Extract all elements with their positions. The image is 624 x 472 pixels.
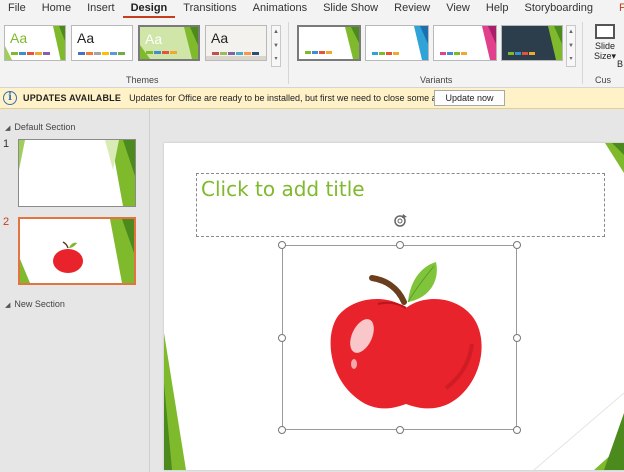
tab-insert[interactable]: Insert [79, 0, 123, 18]
variant-thumb-dark[interactable] [501, 25, 563, 61]
variant-thumb-art [502, 26, 562, 60]
apple-image[interactable] [326, 258, 488, 416]
variant-thumb-art [366, 26, 428, 60]
tab-design[interactable]: Design [122, 0, 176, 18]
variant-thumb-art [434, 26, 496, 60]
slide-thumbnail-2[interactable] [18, 217, 136, 285]
variants-gallery-scroll[interactable]: ▲ ▼ ▾ [566, 25, 576, 67]
theme-color-bars [212, 52, 259, 55]
update-title: UPDATES AVAILABLE [23, 93, 122, 103]
collapse-triangle-icon[interactable]: ◢ [5, 302, 10, 309]
variants-group-label: Variants [420, 75, 453, 85]
slide-number: 2 [3, 216, 10, 228]
variant-thumb-art [299, 27, 359, 59]
title-placeholder-text: Click to add title [201, 177, 365, 201]
scroll-down-icon[interactable]: ▼ [273, 40, 279, 53]
slide-size-label: Slide [594, 41, 615, 51]
section-label: New Section [14, 299, 65, 309]
theme-thumb-text: Aa [10, 30, 28, 46]
tab-slide-show[interactable]: Slide Show [315, 0, 386, 18]
design-ribbon: Aa Aa Aa Aa ▲ ▼ ▾ Themes ▲ ▼ ▾ Variants … [0, 18, 624, 88]
variant-thumb-green[interactable] [297, 25, 361, 61]
theme-color-bars [146, 51, 177, 54]
more-icon[interactable]: ▾ [274, 53, 277, 66]
theme-thumb-facet[interactable]: Aa [4, 25, 66, 61]
theme-thumb-office[interactable]: Aa [71, 25, 133, 61]
tab-review[interactable]: Review [386, 0, 438, 18]
update-now-button[interactable]: Update now [434, 90, 505, 106]
collapse-triangle-icon[interactable]: ◢ [5, 125, 10, 132]
dropdown-caret-icon: ▾ [611, 51, 617, 61]
tab-view[interactable]: View [438, 0, 478, 18]
scroll-up-icon[interactable]: ▲ [568, 26, 574, 39]
theme-thumb-text: Aa [145, 31, 163, 47]
customize-group-label: Cus [595, 75, 612, 85]
more-icon[interactable]: ▾ [569, 53, 572, 66]
info-icon: i [3, 91, 17, 105]
tab-home[interactable]: Home [34, 0, 79, 18]
resize-handle-top-left[interactable] [278, 241, 286, 249]
scroll-down-icon[interactable]: ▼ [568, 40, 574, 53]
resize-handle-bottom-left[interactable] [278, 426, 286, 434]
tab-storyboarding[interactable]: Storyboarding [517, 0, 602, 18]
theme-thumb-retrospect[interactable]: Aa [205, 25, 267, 61]
variant-thumb-blue[interactable] [365, 25, 429, 61]
resize-handle-bottom[interactable] [396, 426, 404, 434]
format-background-partial[interactable]: B [617, 59, 623, 69]
variant-thumb-pink[interactable] [433, 25, 497, 61]
theme-thumb-text: Aa [77, 30, 95, 46]
tab-help[interactable]: Help [478, 0, 517, 18]
ribbon-tab-bar: File Home Insert Design Transitions Anim… [0, 0, 624, 18]
slide-thumbnail-1[interactable] [18, 139, 136, 207]
resize-handle-top[interactable] [396, 241, 404, 249]
section-label: Default Section [14, 122, 76, 132]
resize-handle-bottom-right[interactable] [513, 426, 521, 434]
update-notification-bar: i UPDATES AVAILABLE Updates for Office a… [0, 88, 624, 109]
resize-handle-right[interactable] [513, 334, 521, 342]
resize-handle-left[interactable] [278, 334, 286, 342]
slide-size-button[interactable]: Slide Size▾ [590, 22, 620, 61]
slide-size-icon [595, 24, 615, 39]
rotate-handle-icon[interactable] [392, 212, 408, 228]
theme-color-bars [11, 52, 50, 55]
group-divider [582, 22, 583, 84]
section-new[interactable]: ◢ New Section [5, 299, 65, 309]
tab-transitions[interactable]: Transitions [175, 0, 244, 18]
theme-thumb-text: Aa [211, 30, 229, 46]
themes-gallery-scroll[interactable]: ▲ ▼ ▾ [271, 25, 281, 67]
theme-thumb-facet-selected[interactable]: Aa [138, 25, 200, 61]
tab-file[interactable]: File [0, 0, 34, 18]
update-message: Updates for Office are ready to be insta… [129, 93, 454, 103]
slide-thumb-art [19, 140, 135, 206]
resize-handle-top-right[interactable] [513, 241, 521, 249]
themes-group-label: Themes [126, 75, 159, 85]
theme-color-bars [78, 52, 125, 55]
slide-number: 1 [3, 138, 10, 150]
group-divider [288, 22, 289, 84]
scroll-up-icon[interactable]: ▲ [273, 26, 279, 39]
tab-animations[interactable]: Animations [245, 0, 315, 18]
tab-format[interactable]: Format [611, 0, 624, 18]
slides-panel: ◢ Default Section 1 2 ◢ New Section [0, 109, 150, 472]
section-default[interactable]: ◢ Default Section [5, 122, 75, 132]
slide-thumb-art [20, 219, 134, 283]
slide-size-label-2: Size▾ [593, 51, 617, 61]
